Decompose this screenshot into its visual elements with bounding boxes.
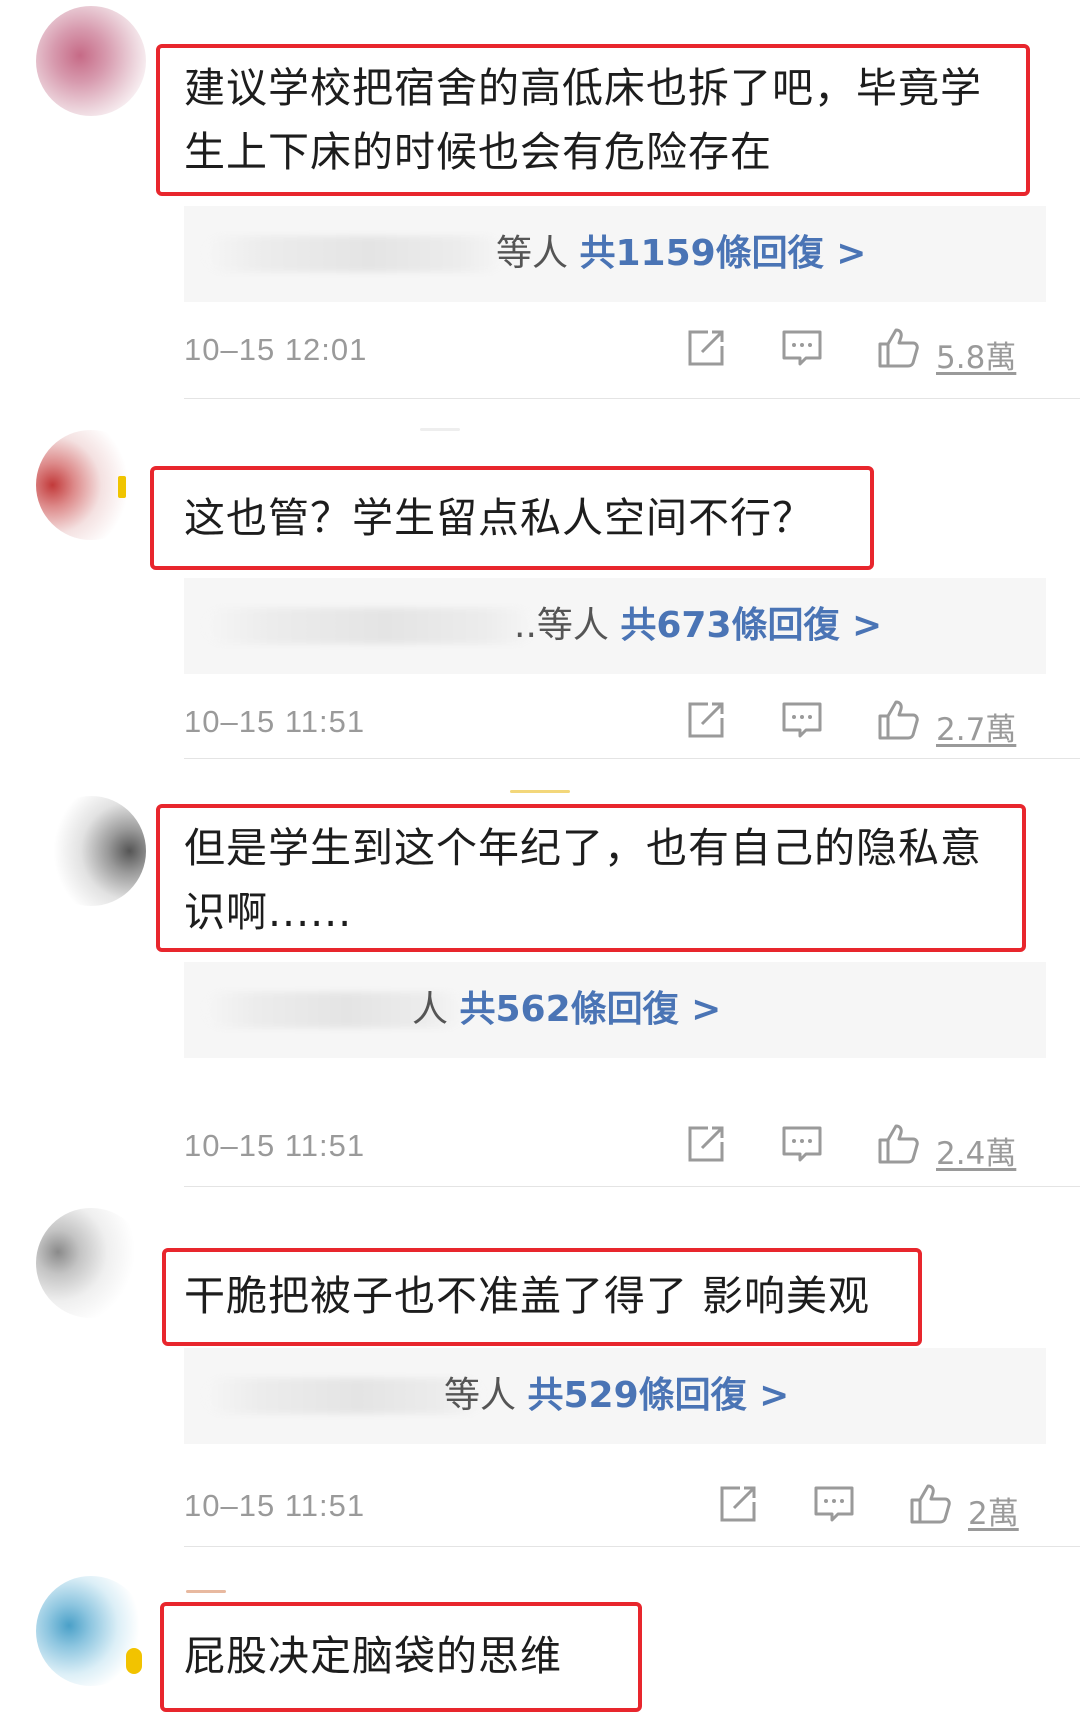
reply-users-label: ..等人 (514, 605, 609, 646)
reply-summary[interactable]: 人 共562條回復 > (184, 962, 1046, 1058)
redaction-scrap (118, 476, 126, 498)
redaction-scrap (126, 1648, 142, 1674)
reply-users-label: 等人 (444, 1375, 517, 1416)
comment-text: 但是学生到这个年纪了，也有自己的隐私意 识啊...... (184, 824, 982, 936)
reply-count-link[interactable]: 共562條回復 > (459, 989, 721, 1030)
divider (184, 1186, 1080, 1187)
share-icon[interactable] (716, 1482, 760, 1526)
reply-summary[interactable]: 等人 共529條回復 > (184, 1348, 1046, 1444)
reply-summary[interactable]: 等人 共1159條回復 > (184, 206, 1046, 302)
reply-count-link[interactable]: 共673條回復 > (620, 605, 882, 646)
thumbs-up-icon[interactable] (876, 1122, 920, 1166)
share-icon[interactable] (684, 326, 728, 370)
share-icon[interactable] (684, 698, 728, 742)
divider (184, 1546, 1080, 1547)
redacted-usernames (204, 1378, 484, 1414)
like-count[interactable]: 2.7萬 (936, 704, 1016, 749)
thumbs-up-icon[interactable] (876, 698, 920, 742)
comment-item: 建议学校把宿舍的高低床也拆了吧，毕竟学 生上下床的时候也会有危险存在 等人 共1… (0, 0, 1080, 400)
comment-icon[interactable] (780, 326, 824, 370)
comment-item: 干脆把被子也不准盖了得了 影响美观 等人 共529條回復 > 10–15 11:… (0, 1188, 1080, 1548)
comment-item: 屁股决定脑袋的思维 (0, 1548, 1080, 1716)
comment-icon[interactable] (780, 698, 824, 742)
reply-users-label: 等人 (496, 233, 569, 274)
redacted-usernames (204, 608, 534, 644)
redaction-scrap (186, 1590, 226, 1593)
comment-text: 屁股决定脑袋的思维 (184, 1632, 562, 1680)
comment-item: 这也管？学生留点私人空间不行？ ..等人 共673條回復 > 10–15 11:… (0, 400, 1080, 760)
comment-icon[interactable] (812, 1482, 856, 1526)
comment-meta: 10–15 12:01 5.8萬 (184, 326, 1046, 386)
reply-summary[interactable]: ..等人 共673條回復 > (184, 578, 1046, 674)
comment-icon[interactable] (780, 1122, 824, 1166)
comment-meta: 10–15 11:51 2.7萬 (184, 698, 1046, 758)
comment-text: 建议学校把宿舍的高低床也拆了吧，毕竟学 生上下床的时候也会有危险存在 (184, 64, 982, 176)
reply-count-link[interactable]: 共529條回復 > (527, 1375, 789, 1416)
comment-meta: 10–15 11:51 2萬 (184, 1482, 1046, 1542)
divider (184, 398, 1080, 399)
reply-users-label: 人 (412, 989, 449, 1030)
comment-text: 这也管？学生留点私人空间不行？ (184, 494, 814, 542)
timestamp: 10–15 11:51 (184, 704, 366, 739)
reply-count-link[interactable]: 共1159條回復 > (579, 233, 866, 274)
avatar[interactable] (36, 430, 146, 540)
like-count[interactable]: 2萬 (968, 1488, 1019, 1533)
timestamp: 10–15 12:01 (184, 332, 368, 367)
comment-meta: 10–15 11:51 2.4萬 (184, 1122, 1046, 1182)
redaction-scrap (420, 428, 460, 431)
avatar[interactable] (36, 1208, 146, 1318)
divider (184, 758, 1080, 759)
redaction-scrap (510, 790, 570, 793)
like-count[interactable]: 5.8萬 (936, 332, 1016, 377)
comment-text: 干脆把被子也不准盖了得了 影响美观 (184, 1272, 871, 1320)
like-count[interactable]: 2.4萬 (936, 1128, 1016, 1173)
thumbs-up-icon[interactable] (876, 326, 920, 370)
comment-item: 但是学生到这个年纪了，也有自己的隐私意 识啊...... 人 共562條回復 >… (0, 760, 1080, 1188)
share-icon[interactable] (684, 1122, 728, 1166)
redacted-usernames (204, 236, 504, 272)
avatar[interactable] (36, 6, 146, 116)
timestamp: 10–15 11:51 (184, 1128, 366, 1163)
timestamp: 10–15 11:51 (184, 1488, 366, 1523)
thumbs-up-icon[interactable] (908, 1482, 952, 1526)
avatar[interactable] (36, 796, 146, 906)
